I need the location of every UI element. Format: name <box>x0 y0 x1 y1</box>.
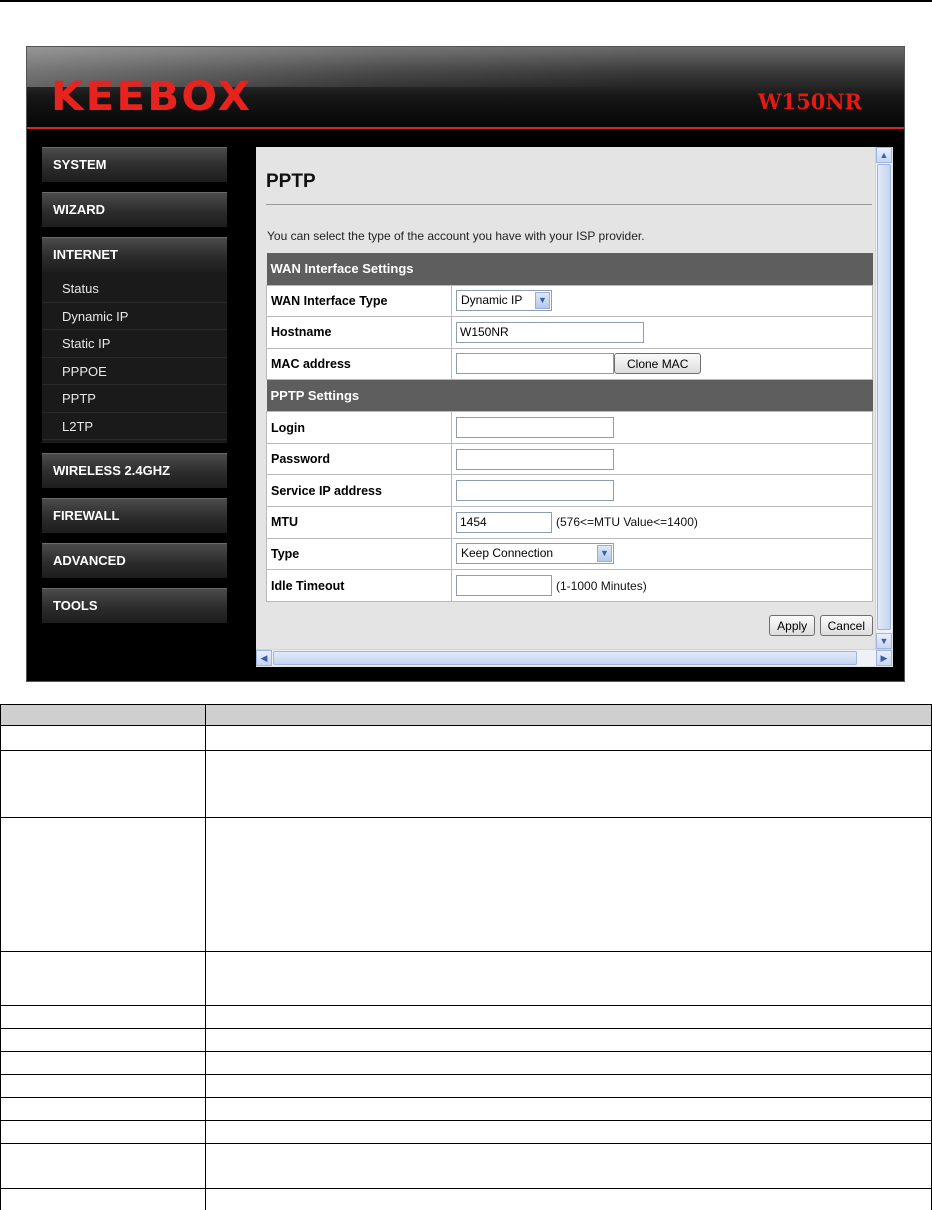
type-label: Type <box>266 537 452 571</box>
form-row: Login <box>266 411 873 444</box>
service-ip-label: Service IP address <box>266 474 452 508</box>
brand-logo: KEEBOX <box>51 74 253 120</box>
vertical-scroll-thumb[interactable] <box>877 164 891 630</box>
sidebar-item-pppoe[interactable]: PPPOE <box>42 358 227 385</box>
settings-form: WAN Interface Settings WAN Interface Typ… <box>266 253 873 602</box>
sidebar-item-l2tp[interactable]: L2TP <box>42 413 227 440</box>
table-row <box>0 1143 932 1189</box>
form-row: MAC address Clone MAC <box>266 347 873 381</box>
cancel-button[interactable]: Cancel <box>819 615 873 636</box>
wan-type-label: WAN Interface Type <box>266 284 452 318</box>
title-divider <box>266 204 872 205</box>
table-header-row <box>0 704 932 726</box>
pptp-section-header: PPTP Settings <box>266 379 873 412</box>
mtu-hint: (576<=MTU Value<=1400) <box>556 515 698 530</box>
menu-system[interactable]: SYSTEM <box>42 147 227 182</box>
password-label: Password <box>266 442 452 476</box>
menu-wireless[interactable]: WIRELESS 2.4GHZ <box>42 453 227 488</box>
table-row <box>0 1120 932 1144</box>
form-row: Type Keep Connection ▼ <box>266 537 873 571</box>
vertical-scrollbar[interactable]: ▲ ▼ <box>875 147 892 649</box>
password-input[interactable] <box>456 448 614 470</box>
menu-firewall[interactable]: FIREWALL <box>42 498 227 533</box>
table-row <box>0 1051 932 1075</box>
menu-advanced[interactable]: ADVANCED <box>42 543 227 578</box>
internet-submenu: Status Dynamic IP Static IP PPPOE PPTP L… <box>42 272 227 443</box>
table-row <box>0 725 932 751</box>
mtu-input[interactable] <box>456 511 552 533</box>
table-row <box>0 1005 932 1029</box>
chevron-down-icon: ▼ <box>535 292 550 310</box>
table-row <box>0 1097 932 1121</box>
table-row <box>0 951 932 1006</box>
model-name: W150NR <box>757 89 862 114</box>
horizontal-scrollbar[interactable]: ◀ ▶ <box>256 649 892 666</box>
page-title: PPTP <box>266 171 316 192</box>
form-row: Hostname <box>266 316 873 349</box>
intro-text: You can select the type of the account y… <box>267 229 645 243</box>
mtu-label: MTU <box>266 506 452 539</box>
connection-type-select[interactable]: Keep Connection ▼ <box>456 543 614 565</box>
table-row <box>0 1028 932 1052</box>
hostname-label: Hostname <box>266 316 452 349</box>
sidebar-item-dynamic-ip[interactable]: Dynamic IP <box>42 303 227 330</box>
form-row: Idle Timeout (1-1000 Minutes) <box>266 569 873 602</box>
scroll-down-icon[interactable]: ▼ <box>876 633 892 649</box>
menu-internet[interactable]: INTERNET <box>42 237 227 272</box>
idle-timeout-input[interactable] <box>456 575 552 597</box>
idle-timeout-hint: (1-1000 Minutes) <box>556 578 647 593</box>
banner: KEEBOX W150NR <box>27 47 904 131</box>
idle-timeout-label: Idle Timeout <box>266 569 452 602</box>
service-ip-input[interactable] <box>456 480 614 502</box>
menu-tools[interactable]: TOOLS <box>42 588 227 623</box>
content-panel: PPTP You can select the type of the acco… <box>256 147 893 667</box>
description-table <box>0 704 932 1210</box>
sidebar-item-pptp[interactable]: PPTP <box>42 385 227 413</box>
menu-wizard[interactable]: WIZARD <box>42 192 227 227</box>
chevron-down-icon: ▼ <box>597 545 612 563</box>
form-row: WAN Interface Type Dynamic IP ▼ <box>266 284 873 318</box>
top-rule <box>0 0 932 2</box>
hostname-input[interactable] <box>456 321 644 343</box>
mac-input[interactable] <box>456 353 614 375</box>
table-row <box>0 1188 932 1210</box>
wan-section-header: WAN Interface Settings <box>266 253 873 285</box>
form-row: MTU (576<=MTU Value<=1400) <box>266 506 873 539</box>
scroll-left-icon[interactable]: ◀ <box>256 650 272 666</box>
wan-type-value: Dynamic IP <box>461 293 523 308</box>
form-row: Service IP address <box>266 474 873 508</box>
banner-red-line <box>27 127 904 129</box>
apply-button[interactable]: Apply <box>769 615 816 636</box>
horizontal-scroll-thumb[interactable] <box>273 651 857 665</box>
form-actions: Apply Cancel <box>769 615 873 636</box>
scroll-right-icon[interactable]: ▶ <box>876 650 892 666</box>
table-row <box>0 1074 932 1098</box>
login-label: Login <box>266 411 452 444</box>
mac-label: MAC address <box>266 347 452 381</box>
clone-mac-button[interactable]: Clone MAC <box>614 353 702 375</box>
table-row <box>0 750 932 818</box>
login-input[interactable] <box>456 417 614 439</box>
sidebar: SYSTEM WIZARD INTERNET Status Dynamic IP… <box>42 147 227 633</box>
sidebar-item-status[interactable]: Status <box>42 275 227 303</box>
form-row: Password <box>266 442 873 476</box>
table-row <box>0 817 932 952</box>
sidebar-item-static-ip[interactable]: Static IP <box>42 330 227 358</box>
scroll-up-icon[interactable]: ▲ <box>876 147 892 163</box>
connection-type-value: Keep Connection <box>461 546 554 561</box>
wan-type-select[interactable]: Dynamic IP ▼ <box>456 290 552 312</box>
